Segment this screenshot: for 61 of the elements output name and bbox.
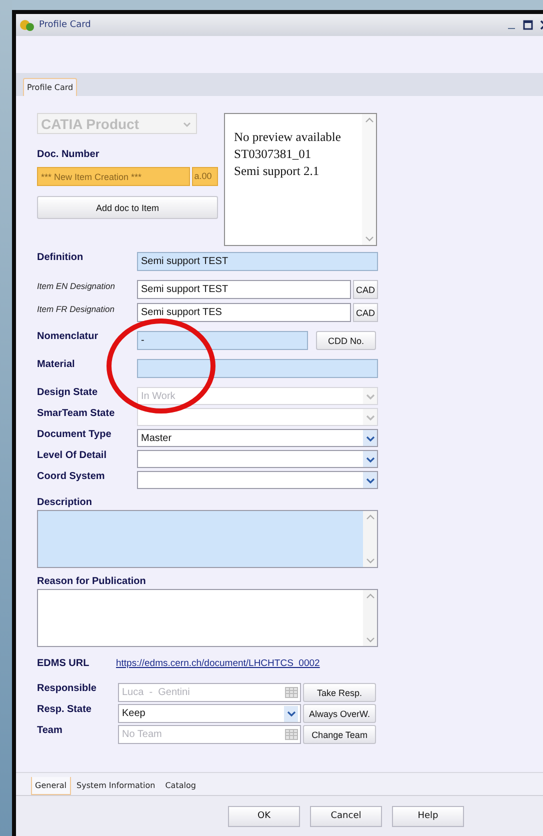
dialog-button[interactable]: Help [392, 806, 464, 826]
text-field[interactable]: Semi support TES [137, 303, 351, 322]
tab[interactable]: Profile Card [23, 78, 78, 96]
text-field[interactable] [137, 359, 378, 378]
scroll-up-icon[interactable] [364, 117, 374, 124]
dialog-button[interactable]: OK [228, 806, 300, 826]
field-label: Resp. State [37, 704, 92, 715]
dropdown[interactable] [137, 450, 378, 468]
field-label: Description [37, 497, 94, 508]
scroll-up-icon[interactable] [366, 514, 374, 521]
field-label: Reason for Publication [37, 576, 147, 587]
field-label: Level Of Detail [37, 450, 108, 461]
chevron-icon [366, 456, 374, 462]
text-field[interactable]: Semi support TEST [137, 252, 378, 271]
side-button[interactable]: CAD [353, 280, 378, 299]
chevron-icon [366, 414, 374, 420]
preview-text: No preview available [234, 129, 342, 146]
text-area[interactable] [37, 589, 378, 647]
action-button[interactable]: Always OverW. [303, 704, 376, 723]
field-label: Coord System [37, 471, 106, 482]
dropdown[interactable]: Master [137, 429, 378, 447]
window-title: Profile Card [39, 20, 91, 30]
field-label: Item FR Designation [37, 304, 116, 314]
tab[interactable]: System Information [72, 776, 160, 795]
field-label: Design State [37, 387, 99, 398]
app-icon [19, 18, 35, 32]
revision-field: a.00 [192, 167, 218, 186]
field-label: Document Type [37, 429, 112, 440]
dropdown[interactable]: Keep [118, 704, 301, 723]
scroll-down-icon[interactable] [366, 557, 374, 564]
scroll-up-icon[interactable] [366, 593, 374, 600]
side-button[interactable]: CAD [353, 303, 378, 322]
text-field[interactable]: - [137, 331, 308, 350]
add-doc-button[interactable]: Add doc to Item [37, 196, 218, 219]
preview-text: ST0307381_01 [234, 146, 312, 163]
doc-number-field[interactable]: *** New Item Creation *** [37, 167, 190, 186]
field-label: Doc. Number [37, 149, 100, 160]
edms-link[interactable]: https://edms.cern.ch/document/LHCHTCS_0002 [116, 658, 378, 669]
text-field[interactable]: Semi support TEST [137, 280, 351, 299]
chevron-icon [366, 392, 374, 400]
tab[interactable]: Catalog [161, 776, 200, 795]
dialog-button[interactable]: Cancel [310, 806, 382, 826]
tab[interactable]: General [31, 777, 71, 795]
side-button[interactable]: CDD No. [316, 331, 376, 350]
field-label: Nomenclatur [37, 331, 100, 342]
chevron-icon [286, 710, 296, 717]
field-label: SmarTeam State [37, 408, 116, 419]
text-area[interactable] [37, 510, 378, 568]
field-label: Item EN Designation [37, 281, 116, 291]
maximize-icon[interactable] [523, 20, 533, 30]
dropdown[interactable] [137, 471, 378, 489]
field-label: Material [37, 359, 76, 370]
preview-text: Semi support 2.1 [234, 163, 320, 180]
scrollbar[interactable] [362, 114, 376, 245]
field-label: Team [37, 725, 64, 736]
chevron-icon [366, 434, 374, 442]
chevron-icon [366, 476, 374, 484]
scroll-down-icon[interactable] [364, 235, 374, 242]
field-label: Responsible [37, 683, 98, 694]
scroll-down-icon[interactable] [366, 636, 374, 643]
field-label: Definition [37, 252, 84, 263]
